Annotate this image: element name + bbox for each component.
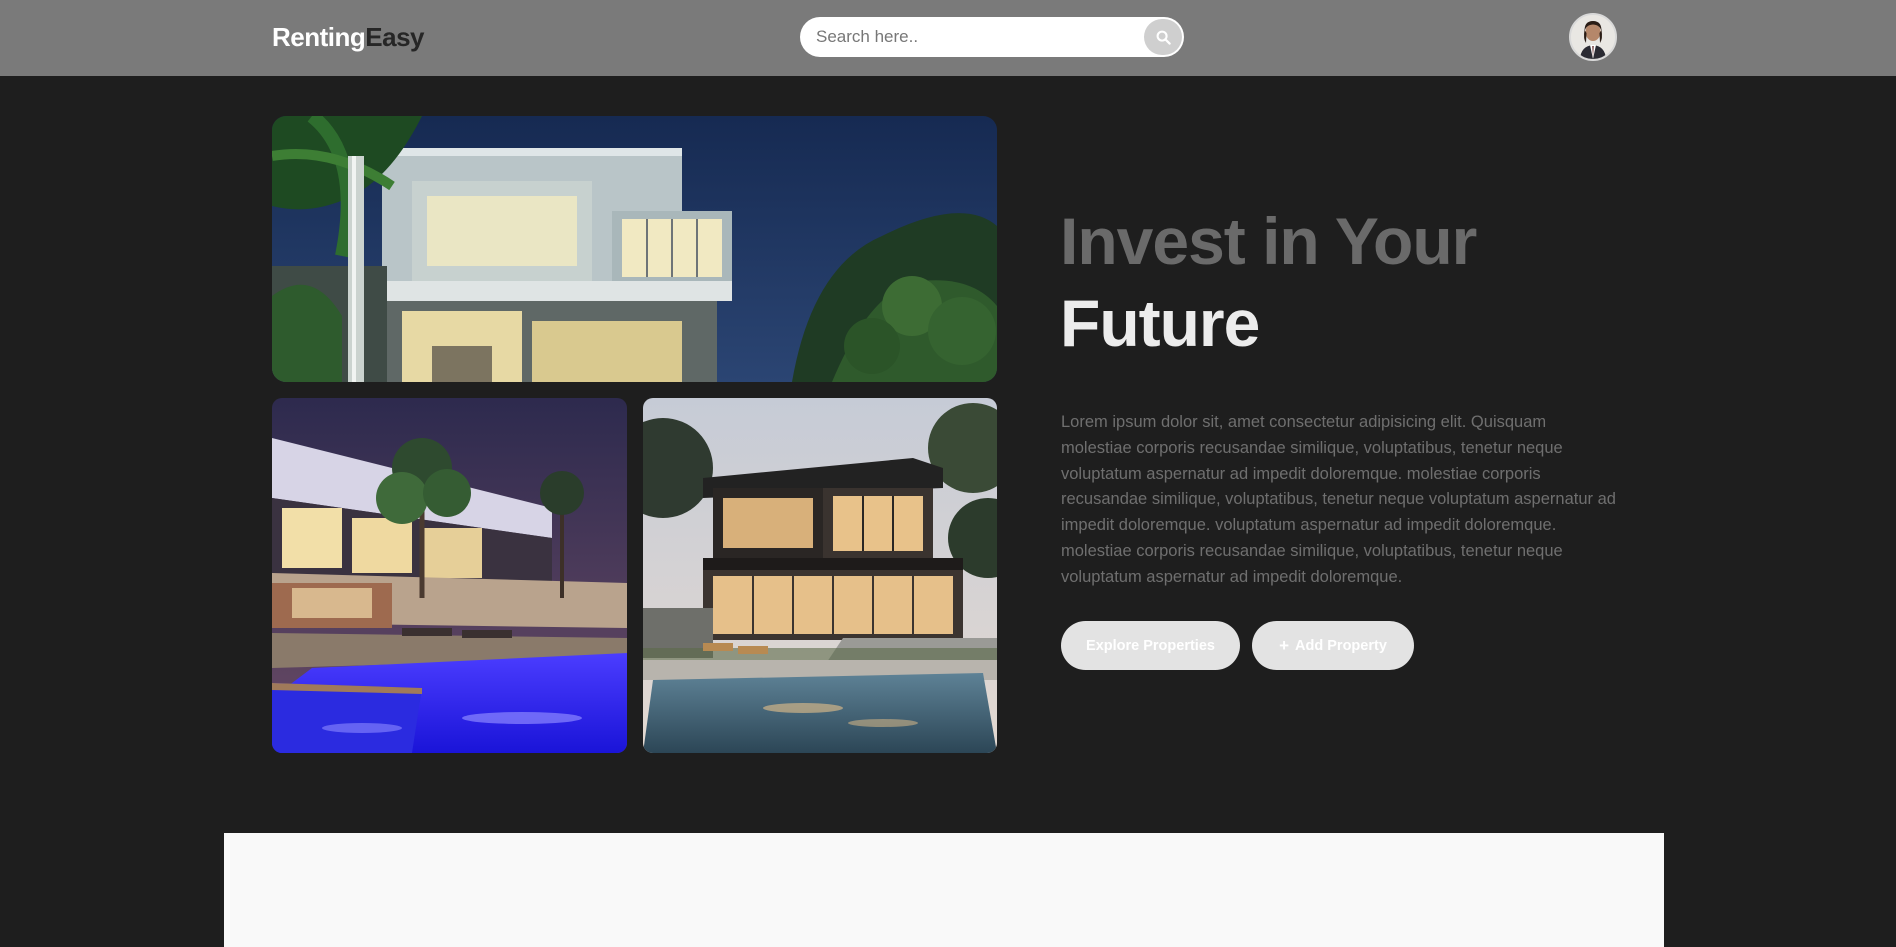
logo-part-renting: Renting [272, 22, 366, 52]
villa-illustration [272, 116, 997, 382]
logo-part-easy: Easy [365, 22, 424, 52]
search-bar [800, 17, 1184, 57]
add-property-button[interactable]: + Add Property [1252, 621, 1414, 670]
search-input[interactable] [816, 17, 1136, 57]
hero-image-modern-villa-night [272, 116, 997, 382]
modern-house-illustration [643, 398, 997, 753]
pool-villa-illustration [272, 398, 627, 753]
explore-properties-label: Explore Properties [1086, 637, 1215, 654]
search-button[interactable] [1144, 19, 1182, 55]
explore-properties-button[interactable]: Explore Properties [1061, 621, 1240, 670]
user-avatar[interactable] [1569, 13, 1617, 61]
search-icon [1156, 30, 1171, 45]
hero-title: Invest in Your Future [1060, 200, 1477, 364]
logo[interactable]: RentingEasy [272, 22, 424, 53]
hero-description: Lorem ipsum dolor sit, amet consectetur … [1061, 413, 1616, 586]
hero-title-line2: Future [1060, 286, 1260, 360]
gallery-image-modern-house-pool [643, 398, 997, 753]
hero-title-line1: Invest in Your [1060, 204, 1477, 278]
add-property-label: Add Property [1295, 637, 1387, 654]
top-navbar: RentingEasy [0, 0, 1896, 76]
content-section [224, 833, 1664, 947]
gallery-image-villa-pool [272, 398, 627, 753]
person-photo-icon [1571, 15, 1615, 59]
plus-icon: + [1279, 635, 1290, 655]
